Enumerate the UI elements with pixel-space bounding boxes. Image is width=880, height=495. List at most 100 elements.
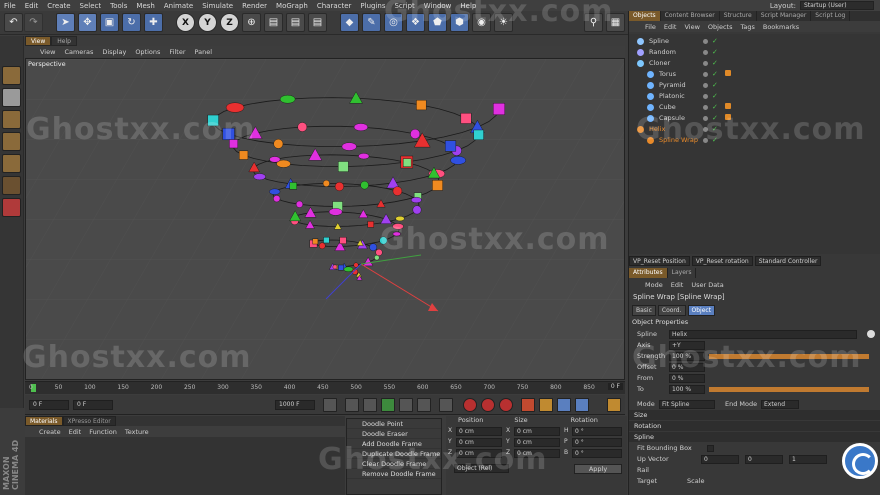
timeline-window-icon[interactable] bbox=[607, 398, 621, 412]
objects-menu-objects[interactable]: Objects bbox=[708, 23, 733, 31]
redo-icon[interactable]: ↷ bbox=[24, 13, 43, 32]
menu-item-plugins[interactable]: Plugins bbox=[360, 2, 385, 10]
size-field[interactable]: 0 cm bbox=[514, 427, 560, 436]
up-vector-z[interactable]: 1 bbox=[789, 455, 827, 464]
object-row[interactable]: Platonic ✓ bbox=[629, 91, 880, 102]
tab-structure[interactable]: Structure bbox=[720, 11, 757, 21]
object-row[interactable]: Pyramid ✓ bbox=[629, 80, 880, 91]
materials-menu-edit[interactable]: Edit bbox=[69, 428, 82, 436]
scale-tool-icon[interactable]: ▣ bbox=[100, 13, 119, 32]
viewport-menu-panel[interactable]: Panel bbox=[195, 48, 213, 56]
menu-item-tools[interactable]: Tools bbox=[110, 2, 127, 10]
subtab-coord[interactable]: Coord. bbox=[657, 305, 686, 316]
tab-layers[interactable]: Layers bbox=[668, 268, 697, 278]
cube-object-icon[interactable]: ◆ bbox=[340, 13, 359, 32]
menu-item-mesh[interactable]: Mesh bbox=[136, 2, 154, 10]
tab-materials[interactable]: Materials bbox=[25, 416, 63, 426]
subtab-basic[interactable]: Basic bbox=[632, 305, 656, 316]
objects-menu-edit[interactable]: Edit bbox=[664, 23, 677, 31]
live-selection-icon[interactable]: ➤ bbox=[56, 13, 75, 32]
tab-objects[interactable]: Objects bbox=[629, 11, 661, 21]
enabled-check-icon[interactable]: ✓ bbox=[712, 38, 718, 45]
points-mode-icon[interactable] bbox=[2, 110, 21, 129]
render-picture-viewer-icon[interactable]: ▤ bbox=[286, 13, 305, 32]
object-row[interactable]: Random ✓ bbox=[629, 47, 880, 58]
attributes-menu-mode[interactable]: Mode bbox=[645, 281, 663, 289]
menu-item-character[interactable]: Character bbox=[317, 2, 352, 10]
materials-menu-create[interactable]: Create bbox=[39, 428, 61, 436]
tab-script-log[interactable]: Script Log bbox=[811, 11, 851, 21]
tab-xpresso-editor[interactable]: XPresso Editor bbox=[62, 416, 116, 426]
apply-button[interactable]: Apply bbox=[574, 464, 622, 474]
enabled-check-icon[interactable]: ✓ bbox=[712, 49, 718, 56]
doodle-menu-item[interactable]: Doodle Eraser bbox=[347, 429, 441, 439]
object-row[interactable]: Cloner ✓ bbox=[629, 58, 880, 69]
link-picker-icon[interactable] bbox=[867, 330, 875, 338]
materials-menu-texture[interactable]: Texture bbox=[125, 428, 149, 436]
menu-item-animate[interactable]: Animate bbox=[164, 2, 193, 10]
goto-start-icon[interactable] bbox=[323, 398, 337, 412]
prev-frame-icon[interactable] bbox=[363, 398, 377, 412]
objects-menu-tags[interactable]: Tags bbox=[740, 23, 754, 31]
to-field[interactable]: 100 % bbox=[669, 385, 705, 394]
visibility-flags[interactable]: ✓ bbox=[703, 60, 721, 67]
mode-select[interactable]: Fit Spline bbox=[659, 400, 715, 409]
viewport-menu-filter[interactable]: Filter bbox=[169, 48, 185, 56]
magnet-icon[interactable] bbox=[2, 198, 21, 217]
objects-menu-view[interactable]: View bbox=[684, 23, 699, 31]
autokey-icon[interactable] bbox=[481, 398, 495, 412]
keyframe-selection-icon[interactable] bbox=[499, 398, 513, 412]
objects-menu-bookmarks[interactable]: Bookmarks bbox=[763, 23, 799, 31]
materials-menu-function[interactable]: Function bbox=[89, 428, 117, 436]
visibility-flags[interactable]: ✓ bbox=[703, 38, 721, 45]
tab-content-browser[interactable]: Content Browser bbox=[661, 11, 720, 21]
visibility-dot-icon[interactable] bbox=[703, 94, 708, 99]
coordinate-system-icon[interactable]: ⊕ bbox=[242, 13, 261, 32]
perspective-viewport[interactable]: Perspective bbox=[25, 58, 625, 380]
from-field[interactable]: 0 % bbox=[669, 374, 705, 383]
model-mode-icon[interactable] bbox=[2, 66, 21, 85]
preset-button[interactable]: Standard Controller bbox=[754, 256, 822, 266]
enabled-check-icon[interactable]: ✓ bbox=[712, 82, 718, 89]
enabled-check-icon[interactable]: ✓ bbox=[712, 60, 718, 67]
timeline-ruler[interactable]: 0 50 100 150 200 250 300 350 400 450 500 550 600 650 7… bbox=[25, 381, 625, 394]
object-tag-icon[interactable] bbox=[725, 70, 731, 76]
objects-menu-file[interactable]: File bbox=[645, 23, 656, 31]
visibility-flags[interactable]: ✓ bbox=[703, 93, 721, 100]
visibility-dot-icon[interactable] bbox=[703, 61, 708, 66]
undo-icon[interactable]: ↶ bbox=[4, 13, 23, 32]
tab-script-manager[interactable]: Script Manager bbox=[757, 11, 812, 21]
play-icon[interactable] bbox=[381, 398, 395, 412]
doodle-menu-item[interactable]: Doodle Point bbox=[347, 419, 441, 429]
param-key-icon[interactable] bbox=[575, 398, 589, 412]
visibility-flags[interactable]: ✓ bbox=[703, 71, 721, 78]
current-frame-field[interactable]: 0 F bbox=[29, 400, 69, 410]
visibility-flags[interactable]: ✓ bbox=[703, 49, 721, 56]
recent-tools-icon[interactable]: ✚ bbox=[144, 13, 163, 32]
layout-dropdown[interactable]: Startup (User) bbox=[800, 1, 874, 10]
visibility-flags[interactable]: ✓ bbox=[703, 82, 721, 89]
menu-item-simulate[interactable]: Simulate bbox=[202, 2, 233, 10]
enabled-check-icon[interactable]: ✓ bbox=[712, 104, 718, 111]
menu-item-create[interactable]: Create bbox=[47, 2, 70, 10]
up-vector-x[interactable]: 0 bbox=[701, 455, 739, 464]
rotation-field[interactable]: 0 ° bbox=[572, 449, 622, 458]
scale-key-icon[interactable] bbox=[539, 398, 553, 412]
preset-button[interactable]: VP_Reset rotation bbox=[691, 256, 753, 266]
position-key-icon[interactable] bbox=[521, 398, 535, 412]
axis-x-button[interactable]: X bbox=[176, 13, 195, 32]
tab-help[interactable]: Help bbox=[51, 36, 77, 46]
viewport-menu-display[interactable]: Display bbox=[102, 48, 126, 56]
to-slider[interactable] bbox=[709, 387, 869, 392]
spline-pen-icon[interactable]: ✎ bbox=[362, 13, 381, 32]
visibility-dot-icon[interactable] bbox=[703, 72, 708, 77]
fit-bounding-box-checkbox[interactable] bbox=[707, 445, 714, 452]
goto-end-icon[interactable] bbox=[439, 398, 453, 412]
axis-y-button[interactable]: Y bbox=[198, 13, 217, 32]
menu-item-edit[interactable]: Edit bbox=[25, 2, 39, 10]
next-frame-icon[interactable] bbox=[399, 398, 413, 412]
up-vector-y[interactable]: 0 bbox=[745, 455, 783, 464]
render-settings-icon[interactable]: ▤ bbox=[308, 13, 327, 32]
visibility-dot-icon[interactable] bbox=[703, 50, 708, 55]
tab-attributes[interactable]: Attributes bbox=[629, 268, 668, 278]
